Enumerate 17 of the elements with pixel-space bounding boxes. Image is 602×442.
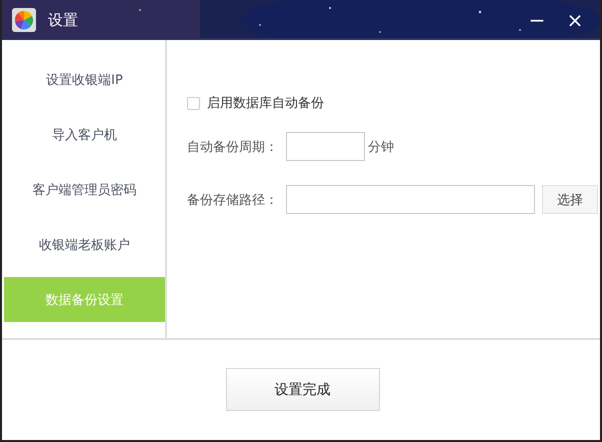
checkbox-label: 启用数据库自动备份	[207, 95, 324, 112]
sidebar-item[interactable]: 客户端管理员密码	[4, 167, 165, 212]
field-label: 备份存储路径：	[187, 192, 279, 208]
sidebar-item[interactable]: 设置收银端IP	[4, 57, 165, 102]
field-label: 自动备份周期：	[187, 138, 279, 156]
window-title: 设置	[48, 10, 78, 30]
app-logo-icon	[12, 8, 36, 32]
period-input-field[interactable]	[286, 132, 365, 161]
checkbox[interactable]	[187, 96, 200, 110]
close-button[interactable]: ×	[560, 8, 590, 32]
sidebar-item[interactable]: 导入客户机	[4, 112, 165, 157]
minimize-button[interactable]: −	[522, 8, 552, 32]
browse-button[interactable]: 选择	[542, 185, 598, 214]
path-input-field[interactable]	[286, 185, 535, 214]
sidebar-item[interactable]: 收银端老板账户	[4, 222, 165, 267]
unit-label: 分钟	[368, 138, 394, 156]
finish-button[interactable]: 设置完成	[226, 368, 380, 411]
